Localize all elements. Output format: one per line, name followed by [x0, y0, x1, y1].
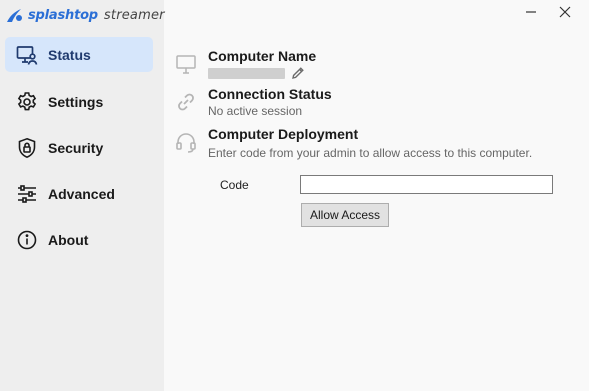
sidebar-item-security[interactable]: Security	[5, 130, 153, 165]
app-logo: splashtop streamer	[5, 5, 165, 25]
computer-name-value-redacted	[208, 68, 285, 79]
sidebar-item-label: Settings	[48, 93, 104, 110]
sidebar-item-about[interactable]: About	[5, 222, 153, 257]
sidebar-item-label: Status	[48, 46, 91, 63]
sidebar-item-advanced[interactable]: Advanced	[5, 176, 153, 211]
splashtop-logo-icon	[5, 7, 25, 23]
link-icon	[174, 90, 198, 114]
sidebar-item-status[interactable]: Status	[5, 37, 153, 72]
close-button[interactable]	[556, 5, 574, 23]
monitor-icon	[174, 52, 198, 76]
sidebar: splashtop streamer Status Settings Secur…	[0, 0, 165, 391]
code-input[interactable]	[300, 175, 553, 194]
logo-brand-text: splashtop	[28, 7, 98, 23]
connection-status-value: No active session	[208, 104, 303, 118]
gear-icon	[16, 91, 38, 113]
code-label: Code	[220, 178, 249, 192]
headset-icon	[174, 130, 198, 154]
minimize-button[interactable]	[522, 5, 540, 23]
info-icon	[16, 229, 38, 251]
connection-status-title: Connection Status	[208, 86, 332, 102]
minimize-icon	[525, 5, 537, 23]
shield-lock-icon	[16, 137, 38, 159]
monitor-user-icon	[16, 44, 38, 66]
computer-deployment-description: Enter code from your admin to allow acce…	[208, 146, 533, 160]
sidebar-item-label: Security	[48, 139, 104, 156]
sliders-icon	[16, 183, 38, 205]
sidebar-item-label: Advanced	[48, 185, 115, 202]
close-icon	[559, 5, 571, 23]
logo-product-text: streamer	[103, 7, 165, 23]
sidebar-item-settings[interactable]: Settings	[5, 84, 153, 119]
computer-deployment-title: Computer Deployment	[208, 126, 359, 142]
sidebar-item-label: About	[48, 231, 89, 248]
pencil-icon[interactable]	[291, 66, 305, 85]
allow-access-button[interactable]: Allow Access	[301, 203, 389, 227]
computer-name-title: Computer Name	[208, 48, 317, 64]
